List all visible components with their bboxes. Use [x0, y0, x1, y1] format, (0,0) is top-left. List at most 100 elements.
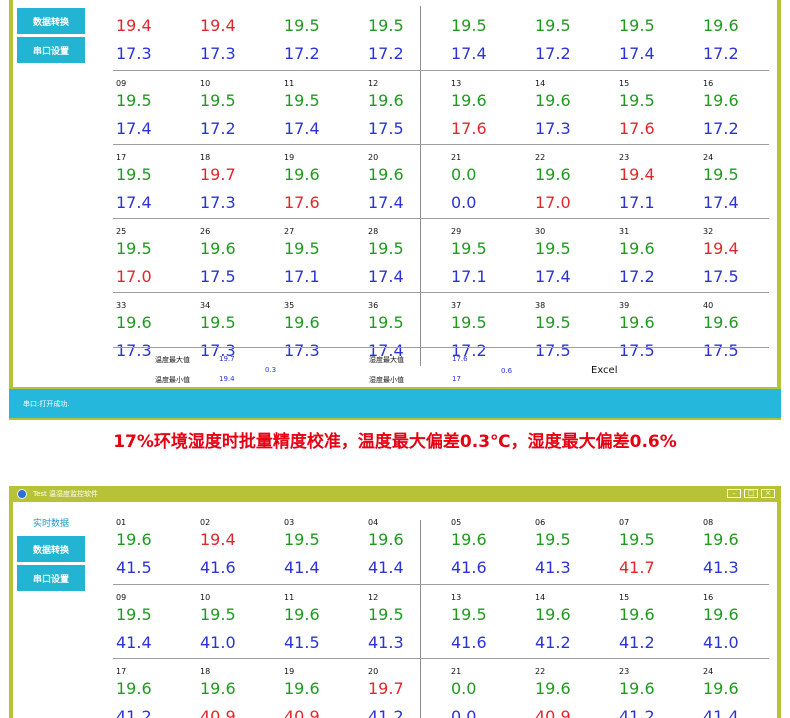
grid-row: 09 19.5 41.4 10 19.5 41.0 11 19.6 41.5 12 19.5 41.3… [113, 584, 769, 659]
sensor-cell: 17 19.6 41.2 [113, 659, 193, 718]
stats-panel: 温度最大值 19.7 温度最小值 19.4 0.3 湿度最大值 17.6 湿度最… [113, 347, 769, 387]
excel-button[interactable]: Excel [591, 365, 618, 376]
humidity-value: 17.4 [284, 119, 320, 138]
sensor-id: 34 [200, 301, 211, 310]
temperature-value: 19.5 [116, 91, 152, 110]
humidity-value: 17.2 [703, 119, 739, 138]
sensor-cell: 09 19.5 41.4 [113, 585, 193, 659]
sensor-cell: 23 19.4 17.1 [616, 145, 696, 219]
humidity-value: 41.0 [200, 633, 236, 652]
sensor-cell: 11 19.6 41.5 [281, 585, 361, 659]
sidebar-item-serial-settings[interactable]: 串口设置 [17, 37, 85, 63]
sensor-id: 11 [284, 79, 295, 88]
sensor-id: 07 [619, 518, 630, 527]
sensor-cell: 15 19.6 41.2 [616, 585, 696, 659]
sensor-id: 11 [284, 593, 295, 602]
sensor-cell: 16 19.6 41.0 [700, 585, 777, 659]
temperature-value: 19.6 [284, 605, 320, 624]
sensor-id: 24 [703, 667, 714, 676]
sensor-id: 28 [368, 227, 379, 236]
sensor-id: 05 [451, 518, 462, 527]
sensor-cell: 25 19.5 17.0 [113, 219, 193, 293]
temperature-value: 19.5 [535, 313, 571, 332]
sensor-cell: 12 19.6 17.5 [365, 71, 445, 145]
sensor-id: 39 [619, 301, 630, 310]
sensor-cell: 10 19.5 17.2 [197, 71, 277, 145]
grid-row: 17 19.6 41.2 18 19.6 40.9 19 19.6 40.9 20 19.7 41.2… [113, 658, 769, 718]
temperature-value: 19.6 [284, 165, 320, 184]
temperature-value: 19.6 [703, 605, 739, 624]
temperature-value: 19.6 [619, 679, 655, 698]
sensor-cell: 19.5 17.2 [281, 0, 361, 70]
humidity-value: 17.2 [619, 267, 655, 286]
sensor-id: 09 [116, 593, 127, 602]
sensor-cell: 28 19.5 17.4 [365, 219, 445, 293]
sensor-cell: 14 19.6 41.2 [532, 585, 612, 659]
sidebar-item-data-convert[interactable]: 数据转换 [17, 8, 85, 34]
close-button[interactable]: × [761, 489, 775, 498]
sensor-id: 15 [619, 79, 630, 88]
temperature-value: 19.5 [535, 239, 571, 258]
temperature-value: 19.5 [116, 165, 152, 184]
hum-max-label: 湿度最大值 [369, 356, 404, 364]
humidity-value: 17.0 [116, 267, 152, 286]
minimize-button[interactable]: – [727, 489, 741, 498]
humidity-value: 17.4 [116, 193, 152, 212]
humidity-value: 17.4 [451, 44, 487, 63]
sidebar-item-data-convert[interactable]: 数据转换 [17, 536, 85, 562]
sensor-id: 21 [451, 153, 462, 162]
humidity-value: 41.4 [116, 633, 152, 652]
humidity-value: 41.2 [619, 707, 655, 718]
humidity-value: 17.2 [703, 44, 739, 63]
humidity-value: 41.4 [703, 707, 739, 718]
sensor-cell: 05 19.6 41.6 [448, 510, 528, 584]
humidity-value: 17.5 [368, 119, 404, 138]
status-bar: 串口:打开成功. [9, 389, 781, 418]
sidebar-item-serial-settings[interactable]: 串口设置 [17, 565, 85, 591]
humidity-value: 17.3 [200, 193, 236, 212]
humidity-value: 17.5 [703, 267, 739, 286]
temperature-value: 19.6 [116, 530, 152, 549]
sensor-id: 10 [200, 79, 211, 88]
sensor-cell: 19 19.6 40.9 [281, 659, 361, 718]
temperature-value: 0.0 [451, 165, 477, 184]
sidebar-item-realtime-data[interactable]: 实时数据 [17, 509, 85, 535]
sensor-cell: 20 19.7 41.2 [365, 659, 445, 718]
maximize-button[interactable]: □ [744, 489, 758, 498]
temperature-value: 19.5 [200, 313, 236, 332]
temp-max-label: 温度最大值 [155, 356, 190, 364]
sensor-cell: 20 19.6 17.4 [365, 145, 445, 219]
humidity-value: 17.4 [619, 44, 655, 63]
sensor-cell: 08 19.6 41.3 [700, 510, 777, 584]
sensor-cell: 19.5 17.2 [365, 0, 445, 70]
temperature-value: 19.6 [619, 313, 655, 332]
sensor-cell: 16 19.6 17.2 [700, 71, 777, 145]
sensor-id: 24 [703, 153, 714, 162]
sensor-cell: 11 19.5 17.4 [281, 71, 361, 145]
sensor-cell: 19.5 17.4 [616, 0, 696, 70]
grid-row: 19.4 17.3 19.4 17.3 19.5 17.2 19.5 17.2 19.5 17.4… [113, 0, 769, 70]
temperature-value: 19.6 [368, 91, 404, 110]
sensor-grid: 01 19.6 41.5 02 19.4 41.6 03 19.5 41.4 04 19.6 41.4… [113, 510, 769, 718]
temp-diff-value: 0.3 [265, 366, 277, 374]
sensor-cell: 02 19.4 41.6 [197, 510, 277, 584]
title-bar: Test 温湿度监控软件 – □ × [9, 486, 781, 502]
humidity-value: 40.9 [200, 707, 236, 718]
hum-max-value: 17.6 [452, 355, 468, 363]
sensor-id: 23 [619, 667, 630, 676]
sensor-id: 17 [116, 667, 127, 676]
sensor-id: 29 [451, 227, 462, 236]
sensor-cell: 19.6 17.2 [700, 0, 777, 70]
temperature-value: 19.5 [284, 91, 320, 110]
sensor-id: 36 [368, 301, 379, 310]
temperature-value: 19.6 [535, 679, 571, 698]
sensor-cell: 22 19.6 40.9 [532, 659, 612, 718]
sensor-cell: 19.5 17.4 [448, 0, 528, 70]
sensor-id: 15 [619, 593, 630, 602]
hum-diff-value: 0.6 [501, 367, 513, 375]
humidity-value: 41.4 [284, 558, 320, 577]
grid-row: 09 19.5 17.4 10 19.5 17.2 11 19.5 17.4 12 19.6 17.5… [113, 70, 769, 145]
humidity-value: 17.4 [703, 193, 739, 212]
humidity-value: 17.3 [116, 44, 152, 63]
humidity-value: 41.3 [703, 558, 739, 577]
